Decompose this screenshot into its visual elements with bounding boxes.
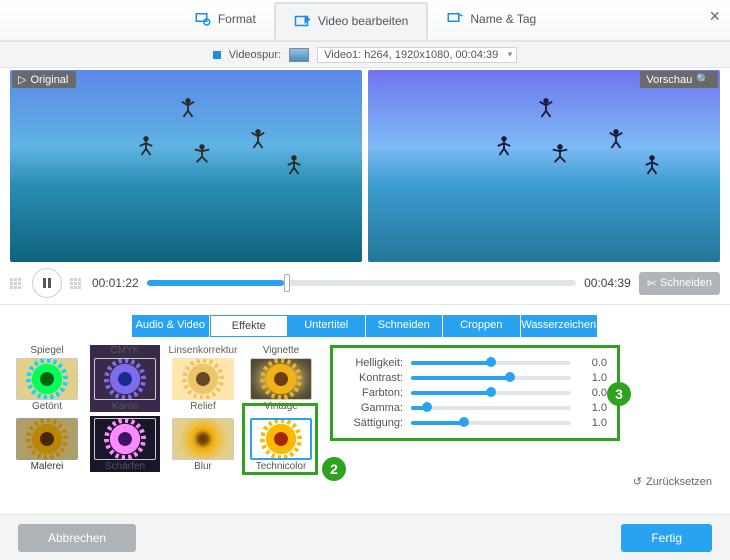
subtab-cut[interactable]: Schneiden xyxy=(366,315,444,337)
effect-label: Blur xyxy=(194,461,212,472)
subtab-effects[interactable]: Effekte xyxy=(210,315,289,337)
track-dropdown[interactable]: Video1: h264, 1920x1080, 00:04:39 xyxy=(317,47,517,63)
timeline: 00:01:22 00:04:39 ✄ Schneiden xyxy=(0,262,730,305)
effect-schaerfen[interactable]: Schärfen xyxy=(90,416,160,472)
effect-vignette[interactable]: Vignette Vintage xyxy=(246,345,316,412)
slider-handle[interactable] xyxy=(505,372,515,382)
tab-label: Format xyxy=(218,12,256,26)
slider-hue[interactable]: Farbton: 0.0 xyxy=(343,387,607,399)
preview-original xyxy=(10,70,362,262)
effect-label: Spiegel xyxy=(30,345,63,356)
grip-right[interactable] xyxy=(70,278,84,289)
effect-label: Linsenkorrektur xyxy=(169,345,238,356)
callout-3: 3 xyxy=(607,382,631,406)
seek-track[interactable] xyxy=(147,280,576,286)
effect-label: Getönt xyxy=(32,401,62,412)
close-icon[interactable]: × xyxy=(709,6,720,27)
original-badge: ▷ Original xyxy=(12,71,76,88)
slider-label: Gamma: xyxy=(343,402,403,414)
subtab-audio-video[interactable]: Audio & Video xyxy=(132,315,210,337)
scissors-icon: ✄ xyxy=(647,277,656,290)
subtab-crop[interactable]: Croppen xyxy=(443,315,521,337)
effect-label: Relief xyxy=(190,401,216,412)
effect-label: Malerei xyxy=(31,461,64,472)
slider-value: 1.0 xyxy=(579,402,607,414)
subtab-subtitle[interactable]: Untertitel xyxy=(288,315,366,337)
reset-label: Zurücksetzen xyxy=(646,476,712,488)
slider-contrast[interactable]: Kontrast: 1.0 xyxy=(343,372,607,384)
cut-label: Schneiden xyxy=(660,277,712,289)
slider-gamma[interactable]: Gamma: 1.0 xyxy=(343,402,607,414)
effect-label: Technicolor xyxy=(256,461,307,472)
slider-saturation[interactable]: Sättigung: 1.0 xyxy=(343,417,607,429)
track-label: Videospur: xyxy=(229,49,281,61)
preview-pair xyxy=(10,70,720,262)
effect-linsenkorrektur[interactable]: Linsenkorrektur Relief xyxy=(168,345,238,412)
reset-icon: ↺ xyxy=(633,475,642,488)
slider-handle[interactable] xyxy=(486,357,496,367)
cancel-button[interactable]: Abbrechen xyxy=(18,524,136,552)
slider-value: 0.0 xyxy=(579,357,607,369)
preview-label: Vorschau xyxy=(646,74,692,86)
slider-handle[interactable] xyxy=(422,402,432,412)
effects-panel: Audio & Video Effekte Untertitel Schneid… xyxy=(0,305,730,472)
footer: Abbrechen Fertig xyxy=(0,514,730,560)
callout-2: 2 xyxy=(322,457,346,481)
seek-handle[interactable] xyxy=(284,274,290,292)
slider-handle[interactable] xyxy=(459,417,469,427)
grip-left[interactable] xyxy=(10,278,24,289)
magnify-icon: 🔍 xyxy=(696,73,710,86)
effect-label: Vintage xyxy=(264,401,298,412)
sub-tab-bar: Audio & Video Effekte Untertitel Schneid… xyxy=(132,315,598,337)
effect-malerei[interactable]: Malerei xyxy=(12,416,82,472)
slider-value: 0.0 xyxy=(579,387,607,399)
effect-technicolor[interactable]: Technicolor xyxy=(246,416,316,472)
tab-format[interactable]: Format xyxy=(176,2,274,38)
tab-label: Name & Tag xyxy=(470,12,536,26)
effects-grid: Spiegel Getönt CMYK Kante Linsenkorrektur R… xyxy=(12,345,316,472)
effect-spiegel[interactable]: Spiegel Getönt xyxy=(12,345,82,412)
slider-label: Helligkeit: xyxy=(343,357,403,369)
time-total: 00:04:39 xyxy=(584,276,631,290)
preview-processed xyxy=(368,70,720,262)
slider-handle[interactable] xyxy=(486,387,496,397)
tab-video-edit[interactable]: Video bearbeiten xyxy=(274,2,429,40)
effect-blur[interactable]: Blur xyxy=(168,416,238,472)
track-marker-icon xyxy=(213,51,221,59)
slider-label: Farbton: xyxy=(343,387,403,399)
effect-label: CMYK xyxy=(111,345,140,356)
top-tab-bar: × Format Video bearbeiten Name & Tag xyxy=(0,0,730,42)
video-track-row: Videospur: Video1: h264, 1920x1080, 00:0… xyxy=(0,42,730,68)
slider-brightness[interactable]: Helligkeit: 0.0 xyxy=(343,357,607,369)
track-thumbnail xyxy=(289,48,309,62)
slider-label: Kontrast: xyxy=(343,372,403,384)
effect-label: Schärfen xyxy=(105,461,145,472)
preview-badge[interactable]: Vorschau 🔍 xyxy=(640,71,718,88)
done-button[interactable]: Fertig xyxy=(621,524,712,552)
effect-label: Vignette xyxy=(263,345,300,356)
time-current: 00:01:22 xyxy=(92,276,139,290)
effect-label: Kante xyxy=(112,401,138,412)
slider-value: 1.0 xyxy=(579,372,607,384)
subtab-watermark[interactable]: Wasserzeichen xyxy=(521,315,599,337)
pause-button[interactable] xyxy=(32,268,62,298)
cut-button[interactable]: ✄ Schneiden xyxy=(639,272,720,295)
slider-label: Sättigung: xyxy=(343,417,403,429)
reset-button[interactable]: ↺ Zurücksetzen xyxy=(633,475,712,488)
slider-value: 1.0 xyxy=(579,417,607,429)
slider-panel: Helligkeit:0.0 Kontrast:1.0 Farbton:0.0 … xyxy=(330,345,620,441)
original-label: Original xyxy=(30,74,68,86)
tab-label: Video bearbeiten xyxy=(318,14,409,28)
tab-name-tag[interactable]: Name & Tag xyxy=(428,2,554,38)
play-triangle-icon: ▷ xyxy=(18,73,26,86)
effect-cmyk[interactable]: CMYK Kante xyxy=(90,345,160,412)
